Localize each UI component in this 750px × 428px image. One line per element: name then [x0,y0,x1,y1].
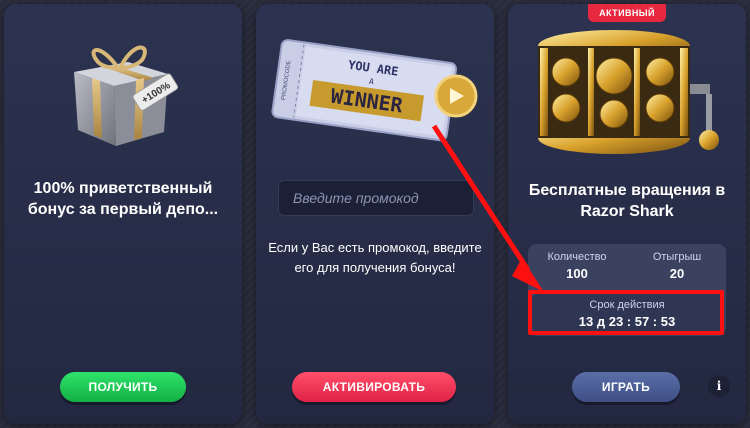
wager-value: 20 [669,266,685,281]
slot-machine-image [538,30,719,154]
wager-label: Отыгрыш [652,251,702,263]
promo-description: Если у Вас есть промокод, введите его дл… [268,240,482,275]
free-spins-title: Бесплатные вращения в Razor Shark [528,182,726,220]
welcome-bonus-card: +100% 100% приветственный бонус за первы… [4,4,242,424]
wager-stat: Отыгрыш 20 [632,251,722,281]
free-spins-card: АКТИВНЫЙ Бесплатные вращения в Razor Sha… [508,4,746,424]
quantity-value: 100 [566,266,588,281]
expiry-highlight-box [528,290,724,335]
quantity-label: Количество [547,251,607,263]
winner-ticket-image: PROMOCODE YOU ARE A WINNER [271,39,478,142]
promo-code-card: PROMOCODE YOU ARE A WINNER Если у Вас ес… [256,4,494,424]
quantity-stat: Количество 100 [532,251,622,281]
active-badge: АКТИВНЫЙ [588,4,666,22]
claim-bonus-button[interactable]: ПОЛУЧИТЬ [60,372,186,402]
welcome-bonus-title: 100% приветственный бонус за первый депо… [27,180,219,218]
gift-box-image: +100% [74,45,179,146]
activate-button[interactable]: АКТИВИРОВАТЬ [292,372,456,402]
play-button[interactable]: ИГРАТЬ [572,372,680,402]
promo-code-input[interactable] [278,180,474,216]
info-icon[interactable]: i [708,375,730,397]
